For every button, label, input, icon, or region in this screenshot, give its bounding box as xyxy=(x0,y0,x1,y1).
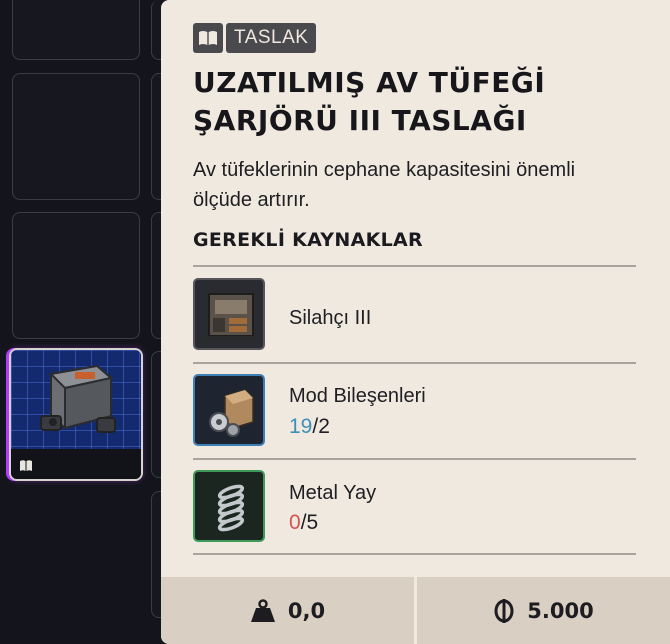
weight-value: 0,0 xyxy=(287,598,326,623)
requirements-heading: GEREKLİ KAYNAKLAR xyxy=(193,229,423,251)
weight-stat: 0,0 xyxy=(161,577,414,644)
metal-spring-icon xyxy=(193,470,265,542)
badge-label: TASLAK xyxy=(226,23,317,53)
weight-icon xyxy=(250,598,275,622)
book-icon xyxy=(193,23,223,53)
requirement-name: Metal Yay xyxy=(289,482,377,504)
have-count: 0 xyxy=(289,511,301,534)
divider xyxy=(193,553,636,555)
item-title-line: UZATILMIŞ AV TÜFEĞİ xyxy=(193,66,546,99)
workbench-icon xyxy=(193,278,265,350)
item-title: UZATILMIŞ AV TÜFEĞİ ŞARJÖRÜ III TASLAĞI xyxy=(193,64,653,140)
price-value: 5.000 xyxy=(527,598,594,623)
inventory-slot[interactable] xyxy=(12,73,140,200)
need-count: 2 xyxy=(318,415,330,438)
requirement-row: Mod Bileşenleri 19/2 xyxy=(193,364,636,460)
item-description: Av tüfeklerinin cephane kapasitesini öne… xyxy=(193,159,576,211)
requirement-row: Metal Yay 0/5 xyxy=(193,460,636,556)
mod-components-icon xyxy=(193,374,265,446)
selected-inventory-slot[interactable] xyxy=(9,348,143,481)
have-count: 19 xyxy=(289,415,313,438)
item-title-line: ŞARJÖRÜ III TASLAĞI xyxy=(193,104,527,137)
blueprint-badge: TASLAK xyxy=(193,23,317,53)
requirement-row: Silahçı III xyxy=(193,267,636,363)
need-count: 5 xyxy=(306,511,319,534)
inventory-slot[interactable] xyxy=(12,0,140,60)
requirement-name: Mod Bileşenleri xyxy=(289,385,426,407)
requirement-name: Silahçı III xyxy=(289,307,372,329)
requirement-count: 19/2 xyxy=(289,415,330,439)
requirement-count: 0/5 xyxy=(289,511,318,535)
book-icon xyxy=(20,460,32,471)
magazine-icon xyxy=(40,364,116,433)
inventory-slot[interactable] xyxy=(12,212,140,339)
price-stat: 5.000 xyxy=(417,577,670,644)
tooltip-footer: 0,0 5.000 xyxy=(161,577,670,644)
currency-icon xyxy=(494,598,514,623)
item-tooltip-panel: TASLAK UZATILMIŞ AV TÜFEĞİ ŞARJÖRÜ III T… xyxy=(161,0,670,644)
